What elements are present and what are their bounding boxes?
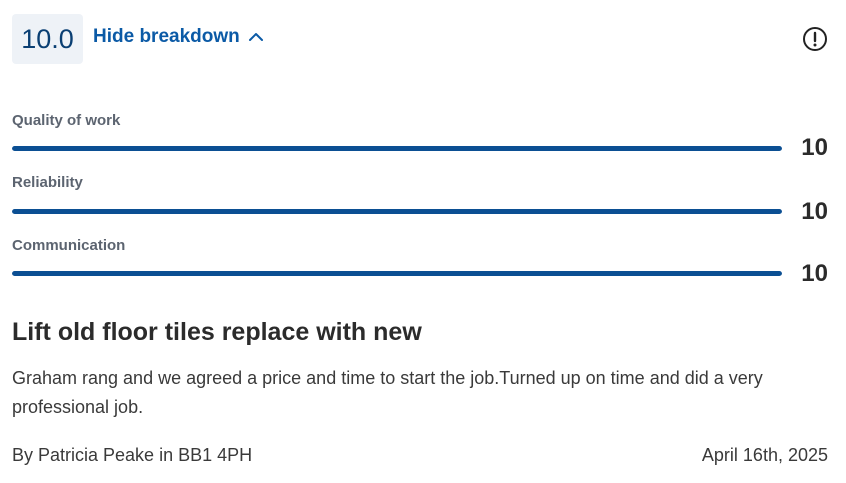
overall-score: 10.0	[21, 23, 74, 54]
rating-value: 10	[801, 198, 828, 225]
rating-bar	[12, 271, 782, 276]
overall-score-badge: 10.0	[12, 14, 83, 64]
rating-bar-fill	[12, 146, 782, 151]
rating-row-communication: Communication 10	[12, 237, 828, 287]
rating-label: Quality of work	[12, 112, 121, 129]
review-author: By Patricia Peake in BB1 4PH	[12, 445, 253, 465]
rating-bar	[12, 209, 782, 214]
review-footer: By Patricia Peake in BB1 4PH April 16th,…	[12, 445, 828, 466]
review-body: Graham rang and we agreed a price and ti…	[12, 368, 763, 417]
exclamation-circle-icon[interactable]	[802, 26, 828, 52]
rating-header: 10.0 Hide breakdown	[12, 14, 828, 64]
hide-breakdown-label: Hide breakdown	[93, 26, 240, 47]
rating-row-reliability: Reliability 10	[12, 174, 828, 225]
rating-label: Reliability	[12, 174, 83, 191]
rating-bar-fill	[12, 209, 782, 214]
rating-value: 10	[801, 134, 828, 161]
rating-label: Communication	[12, 237, 126, 254]
rating-bar-fill	[12, 271, 782, 276]
review-date: April 16th, 2025	[701, 445, 828, 465]
hide-breakdown-toggle[interactable]: Hide breakdown	[93, 26, 264, 48]
chevron-up-icon	[248, 33, 263, 41]
review-title: Lift old floor tiles replace with new	[12, 318, 422, 346]
rating-row-quality: Quality of work 10	[12, 112, 828, 162]
rating-bar	[12, 146, 782, 151]
rating-value: 10	[801, 260, 828, 287]
